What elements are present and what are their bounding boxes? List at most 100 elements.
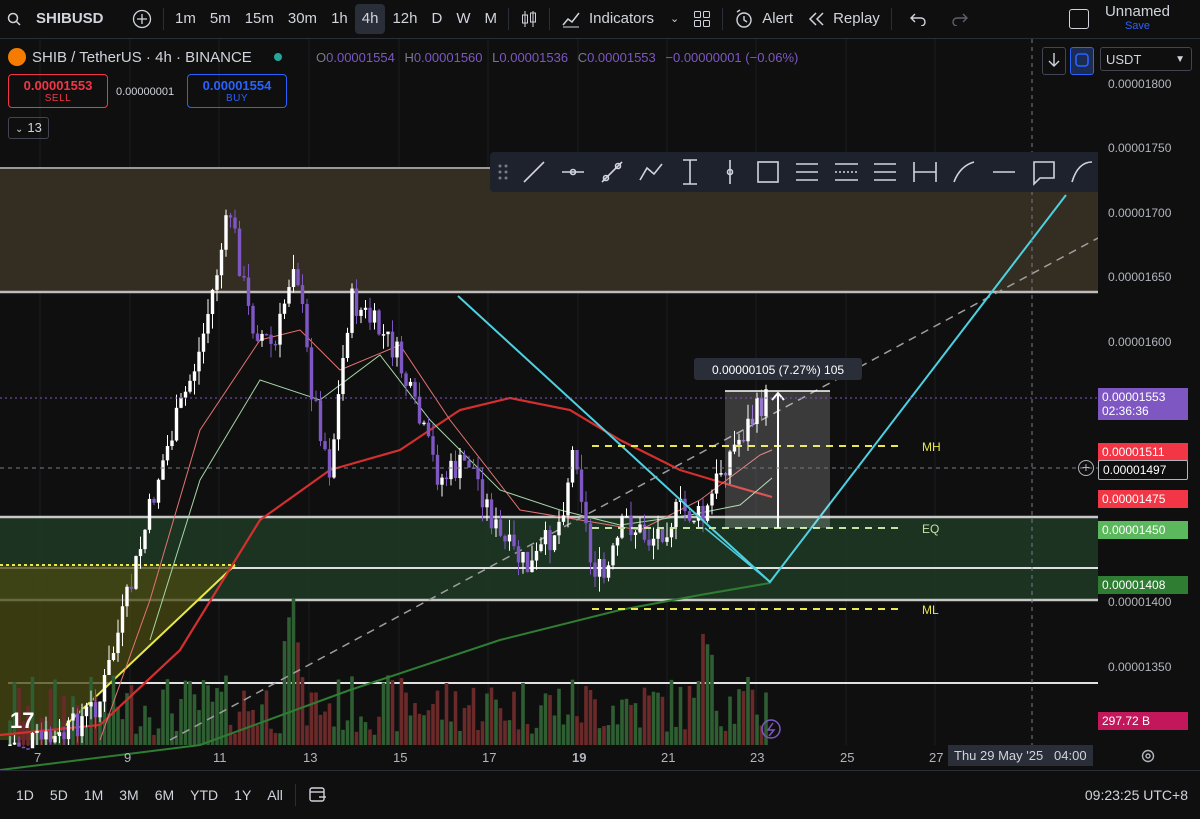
callout-tool-icon[interactable] xyxy=(1033,161,1055,186)
parallel-channel-icon[interactable] xyxy=(796,163,818,181)
range-3m[interactable]: 3M xyxy=(111,787,146,803)
range-all[interactable]: All xyxy=(259,787,291,803)
candle-body xyxy=(656,528,660,539)
volume-bar xyxy=(728,696,732,745)
candle-body xyxy=(462,454,467,461)
candle-style-icon[interactable] xyxy=(513,4,545,34)
interval-1h[interactable]: 1h xyxy=(324,4,355,34)
drag-handle-icon[interactable] xyxy=(498,164,508,180)
shib-logo-icon xyxy=(8,48,26,66)
mh-label: MH xyxy=(922,440,941,454)
divider xyxy=(722,8,724,30)
candle-body xyxy=(161,460,165,480)
volume-bar xyxy=(251,709,255,745)
range-ytd[interactable]: YTD xyxy=(182,787,226,803)
volume-bar xyxy=(638,727,642,745)
volume-bar xyxy=(183,680,188,745)
candle-body xyxy=(66,720,71,740)
date-range-icon[interactable] xyxy=(913,162,937,182)
candle-body xyxy=(624,516,629,518)
candle-body xyxy=(84,706,89,717)
goto-date-icon[interactable] xyxy=(300,785,336,806)
sell-button[interactable]: 0.00001553 SELL xyxy=(8,74,108,108)
candle-body xyxy=(228,215,233,218)
sell-label: SELL xyxy=(44,93,72,104)
horizontal-ray-tool-icon[interactable] xyxy=(562,168,584,176)
time-tick: 19 xyxy=(572,750,587,765)
volume-bar xyxy=(710,654,714,745)
fib-retracement-icon[interactable] xyxy=(835,163,858,181)
compare-plus-icon[interactable] xyxy=(125,4,159,34)
volume-bar xyxy=(116,706,120,745)
range-6m[interactable]: 6M xyxy=(147,787,182,803)
arrow-down-button[interactable] xyxy=(1042,47,1066,75)
candle-body xyxy=(201,333,206,352)
interval-12h[interactable]: 12h xyxy=(385,4,424,34)
undo-icon[interactable] xyxy=(902,4,934,34)
symbol-name[interactable]: SHIBUSD xyxy=(28,4,125,34)
add-alert-plus-icon[interactable]: + xyxy=(1078,460,1094,476)
chevron-down-icon[interactable]: ⌄ xyxy=(670,4,679,34)
rectangle-tool-icon[interactable] xyxy=(757,161,779,183)
clock[interactable]: 09:23:25 UTC+8 xyxy=(1077,787,1200,803)
interval-D[interactable]: D xyxy=(424,4,449,34)
interval-30m[interactable]: 30m xyxy=(281,4,324,34)
fib-extension-icon[interactable] xyxy=(874,163,896,181)
volume-bar xyxy=(584,686,588,745)
redo-icon[interactable] xyxy=(944,4,976,34)
interval-W[interactable]: W xyxy=(449,4,477,34)
symbol-search-icon[interactable] xyxy=(0,4,28,34)
volume-bar xyxy=(570,679,575,745)
range-1d[interactable]: 1D xyxy=(8,787,42,803)
range-1y[interactable]: 1Y xyxy=(226,787,259,803)
candle-body xyxy=(458,454,462,479)
volume-bar xyxy=(282,641,287,745)
candle-body xyxy=(602,558,606,578)
interval-1m[interactable]: 1m xyxy=(168,4,203,34)
ray-tool-icon[interactable] xyxy=(601,161,623,183)
volume-bar xyxy=(165,679,170,745)
volume-bar xyxy=(138,726,143,745)
interval-M[interactable]: M xyxy=(477,4,504,34)
layout-save-button[interactable]: Unnamed Save xyxy=(1062,4,1200,34)
legend-title[interactable]: SHIB / TetherUS · 4h · BINANCE xyxy=(32,49,252,66)
vertical-line-tool-icon[interactable] xyxy=(683,159,697,185)
interval-5m[interactable]: 5m xyxy=(203,4,238,34)
volume-bar xyxy=(210,701,215,745)
brush-tool-icon[interactable] xyxy=(953,161,975,183)
volume-bar xyxy=(683,729,687,745)
candle-body xyxy=(296,269,300,286)
sync-button[interactable] xyxy=(1070,47,1094,75)
candle-body xyxy=(192,371,197,381)
layout-grid-icon[interactable] xyxy=(686,4,718,34)
trendline-tool-icon[interactable] xyxy=(523,161,545,183)
currency-select[interactable]: USDT ▼ xyxy=(1100,47,1192,71)
candle-body xyxy=(714,473,719,494)
indicator-toggle-button[interactable]: ⌄ 13 xyxy=(8,117,49,139)
chart-background xyxy=(0,39,1098,770)
candle-body xyxy=(597,558,602,577)
range-1m[interactable]: 1M xyxy=(76,787,111,803)
path-tool-icon[interactable] xyxy=(639,163,663,181)
range-5d[interactable]: 5D xyxy=(42,787,76,803)
candle-body xyxy=(705,505,710,521)
arc-tool-icon[interactable] xyxy=(1071,161,1093,183)
interval-4h[interactable]: 4h xyxy=(354,4,386,34)
volume-bar xyxy=(413,703,417,745)
indicators-button[interactable]: Indicators ⌄ xyxy=(554,4,686,34)
price-chart[interactable]: MH EQ ML 0.00000105 (7.27%) 105 17 xyxy=(0,39,1200,770)
volume-bar xyxy=(206,685,210,745)
volume-bar xyxy=(233,733,237,745)
candle-body xyxy=(345,332,350,358)
bottom-toolbar: 1D 5D 1M 3M 6M YTD 1Y All 09:23:25 UTC+8 xyxy=(0,770,1200,819)
replay-button[interactable]: Replay xyxy=(800,4,887,34)
buy-button[interactable]: 0.00001554 BUY xyxy=(187,74,287,108)
settings-gear-icon[interactable] xyxy=(1140,748,1156,764)
interval-15m[interactable]: 15m xyxy=(238,4,281,34)
price-badge: 0.00001497 xyxy=(1098,460,1188,480)
volume-bar xyxy=(669,679,674,745)
indicators-label: Indicators xyxy=(588,10,655,27)
spread-value: 0.00000001 xyxy=(116,86,175,98)
alert-button[interactable]: Alert xyxy=(727,4,800,34)
vertical-ray-tool-icon[interactable] xyxy=(726,160,734,184)
